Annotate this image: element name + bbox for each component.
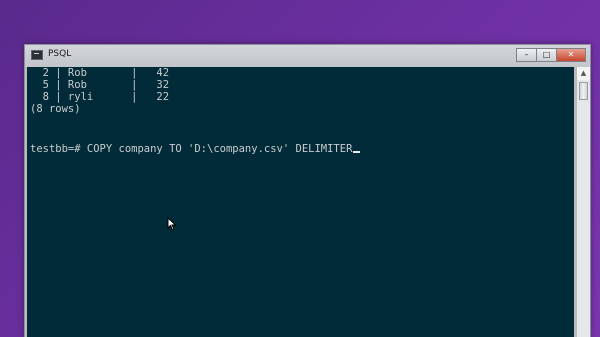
window-controls: – □ ✕: [516, 48, 586, 63]
minimize-button[interactable]: –: [516, 48, 537, 62]
result-row: 2 | Rob | 42: [30, 67, 170, 79]
command-text: testbb=# COPY company TO 'D:\company.csv…: [30, 143, 353, 155]
terminal-icon[interactable]: [31, 50, 43, 60]
desktop-background: PSQL – □ ✕ 2 | Rob | 42 5 | Rob | 32 8 |…: [0, 0, 600, 337]
text-cursor: [353, 151, 361, 153]
psql-window[interactable]: PSQL – □ ✕ 2 | Rob | 42 5 | Rob | 32 8 |…: [24, 44, 591, 337]
title-bar[interactable]: PSQL – □ ✕: [25, 45, 590, 67]
maximize-button[interactable]: □: [536, 48, 557, 62]
result-row: 5 | Rob | 32: [30, 79, 170, 91]
vertical-scrollbar[interactable]: ▲: [576, 67, 590, 337]
close-button[interactable]: ✕: [556, 48, 586, 62]
terminal-output[interactable]: 2 | Rob | 42 5 | Rob | 32 8 | ryli | 22 …: [27, 67, 574, 337]
result-row: 8 | ryli | 22: [30, 91, 170, 103]
window-title: PSQL: [48, 49, 72, 59]
scroll-up-button[interactable]: ▲: [577, 67, 590, 80]
scroll-thumb[interactable]: [579, 82, 588, 100]
command-line[interactable]: testbb=# COPY company TO 'D:\company.csv…: [30, 143, 361, 155]
row-count-text: (8 rows): [30, 103, 81, 115]
